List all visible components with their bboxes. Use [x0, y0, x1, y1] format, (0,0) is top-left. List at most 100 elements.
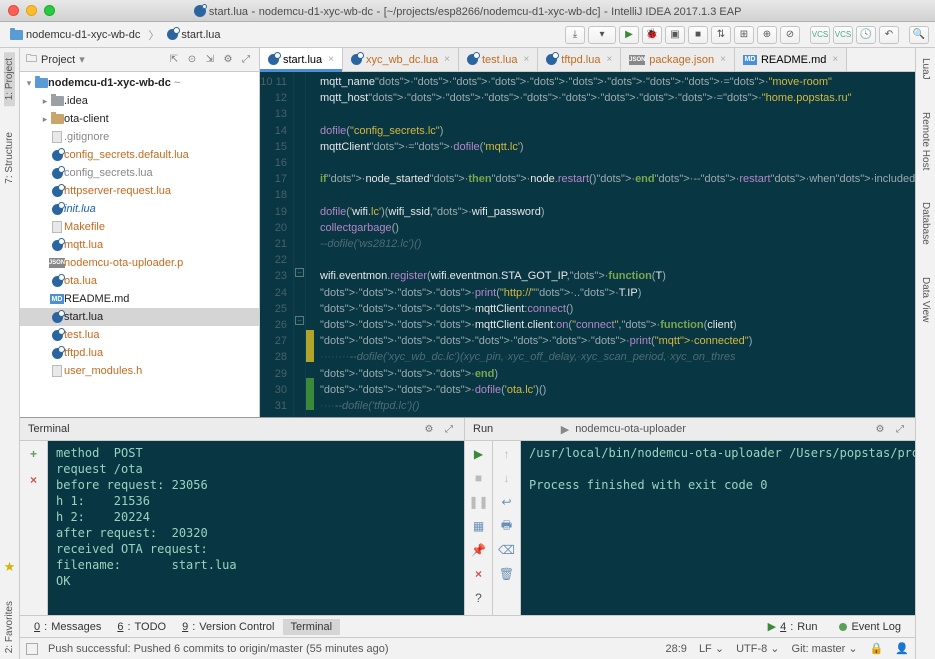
layout-button[interactable]: ▦: [470, 517, 488, 535]
make-button[interactable]: ⤓: [565, 26, 585, 44]
close-tab-icon[interactable]: ×: [444, 54, 450, 65]
cursor-position[interactable]: 28:9: [666, 643, 687, 655]
close-tab-icon[interactable]: ×: [606, 54, 612, 65]
hide-icon[interactable]: ⤢: [442, 422, 456, 436]
pin-button[interactable]: 📌: [470, 541, 488, 559]
tool-tab[interactable]: 9: Version Control: [174, 619, 282, 635]
terminal-output[interactable]: method POST request /ota before request:…: [48, 441, 464, 615]
gear-icon[interactable]: ⚙: [873, 422, 887, 436]
editor-tab[interactable]: tftpd.lua×: [538, 48, 621, 71]
run-output[interactable]: /usr/local/bin/nodemcu-ota-uploader /Use…: [521, 441, 915, 615]
fold-marker[interactable]: −: [295, 268, 304, 277]
dropdown-icon[interactable]: ▾: [79, 53, 85, 66]
tool-tab[interactable]: ▶ 4: Run: [760, 618, 826, 635]
tree-item[interactable]: user_modules.h: [20, 362, 259, 380]
tool-tab[interactable]: Event Log: [827, 618, 909, 635]
help-button[interactable]: ?: [470, 589, 488, 607]
vcs-history-button[interactable]: 🕓: [856, 26, 876, 44]
locate-icon[interactable]: ⊙: [185, 53, 199, 67]
coverage-button[interactable]: ▣: [665, 26, 685, 44]
rail-database[interactable]: Database: [920, 196, 931, 251]
rerun-button[interactable]: ▶: [470, 445, 488, 463]
maximize-window-button[interactable]: [44, 5, 55, 16]
rail-structure[interactable]: 7: Structure: [4, 126, 15, 190]
editor-tab[interactable]: MDREADME.md×: [735, 48, 847, 71]
status-indicator-icon[interactable]: [26, 643, 38, 655]
toolbar-button[interactable]: ⇅: [711, 26, 731, 44]
gear-icon[interactable]: ⚙: [221, 53, 235, 67]
tree-item[interactable]: tftpd.lua: [20, 344, 259, 362]
wrap-button[interactable]: ↩: [498, 493, 516, 511]
code-editor[interactable]: 10 11 12 13 14 15 16 17 18 19 20 21 22 2…: [260, 72, 915, 417]
toolbar-button[interactable]: ⊘: [780, 26, 800, 44]
tree-item[interactable]: httpserver-request.lua: [20, 182, 259, 200]
tree-item[interactable]: MDREADME.md: [20, 290, 259, 308]
collapse-icon[interactable]: ⇱: [167, 53, 181, 67]
editor-tab[interactable]: JSONpackage.json×: [621, 48, 735, 71]
tool-tab[interactable]: 0: Messages: [26, 619, 109, 635]
search-everywhere-button[interactable]: 🔍: [909, 26, 929, 44]
debug-button[interactable]: 🐞: [642, 26, 662, 44]
tree-item[interactable]: .gitignore: [20, 128, 259, 146]
up-button[interactable]: ↑: [498, 445, 516, 463]
tree-item[interactable]: Makefile: [20, 218, 259, 236]
toolbar-button[interactable]: ⊕: [757, 26, 777, 44]
line-separator[interactable]: LF: [699, 643, 712, 655]
tree-item[interactable]: config_secrets.default.lua: [20, 146, 259, 164]
run-config-selector[interactable]: ▾: [588, 26, 616, 44]
down-button[interactable]: ↓: [498, 469, 516, 487]
fold-marker[interactable]: −: [295, 316, 304, 325]
project-tree[interactable]: ▾ nodemcu-d1-xyc-wb-dc ~ ▸.idea▸ota-clie…: [20, 72, 259, 417]
rail-favorites[interactable]: 2: Favorites: [4, 595, 15, 659]
close-tab-icon[interactable]: ×: [523, 54, 529, 65]
editor-content[interactable]: mqtt_name"dots">·"dots">·"dots">·"dots">…: [314, 72, 915, 417]
close-tab-icon[interactable]: ×: [832, 54, 838, 65]
close-run-button[interactable]: ×: [470, 565, 488, 583]
lock-icon[interactable]: 🔒: [870, 642, 884, 655]
tree-item[interactable]: ota.lua: [20, 272, 259, 290]
gear-icon[interactable]: ⚙: [422, 422, 436, 436]
run-button[interactable]: ▶: [619, 26, 639, 44]
toolbar-button[interactable]: ⊞: [734, 26, 754, 44]
clear-button[interactable]: ⌫: [498, 541, 516, 559]
close-tab-icon[interactable]: ×: [328, 54, 334, 65]
vcs-revert-button[interactable]: ↶: [879, 26, 899, 44]
hide-icon[interactable]: ⤢: [893, 422, 907, 436]
tree-item[interactable]: ▸ota-client: [20, 110, 259, 128]
tree-item[interactable]: mqtt.lua: [20, 236, 259, 254]
close-terminal-button[interactable]: ×: [25, 471, 43, 489]
fold-column[interactable]: − −: [294, 72, 306, 417]
rail-data-view[interactable]: Data View: [920, 271, 931, 328]
rail-remote-host[interactable]: Remote Host: [920, 106, 931, 176]
editor-tab[interactable]: test.lua×: [459, 48, 538, 71]
stop-run-button[interactable]: ■: [470, 469, 488, 487]
vcs-commit-button[interactable]: VCS: [833, 26, 853, 44]
tree-item[interactable]: init.lua: [20, 200, 259, 218]
tool-tab[interactable]: 6: TODO: [109, 619, 174, 635]
vcs-update-button[interactable]: VCS: [810, 26, 830, 44]
add-terminal-button[interactable]: +: [25, 445, 43, 463]
editor-tab[interactable]: xyc_wb_dc.lua×: [343, 48, 459, 71]
stop-button[interactable]: ■: [688, 26, 708, 44]
breadcrumb-file[interactable]: start.lua: [163, 27, 224, 43]
minimize-window-button[interactable]: [26, 5, 37, 16]
hide-icon[interactable]: ⤢: [239, 53, 253, 67]
trash-button[interactable]: 🗑: [498, 565, 516, 583]
hector-icon[interactable]: 👤: [895, 642, 909, 655]
tree-item[interactable]: config_secrets.lua: [20, 164, 259, 182]
tree-item[interactable]: ▸.idea: [20, 92, 259, 110]
close-window-button[interactable]: [8, 5, 19, 16]
editor-gutter[interactable]: 10 11 12 13 14 15 16 17 18 19 20 21 22 2…: [260, 72, 294, 417]
editor-tab[interactable]: start.lua×: [260, 48, 343, 71]
git-branch[interactable]: Git: master: [792, 643, 846, 655]
tree-root[interactable]: ▾ nodemcu-d1-xyc-wb-dc ~: [20, 74, 259, 92]
rail-project[interactable]: 1: Project: [4, 52, 15, 106]
print-button[interactable]: 🖶: [498, 517, 516, 535]
close-tab-icon[interactable]: ×: [720, 54, 726, 65]
file-encoding[interactable]: UTF-8: [736, 643, 767, 655]
breadcrumb-project[interactable]: nodemcu-d1-xyc-wb-dc: [6, 27, 144, 43]
pause-button[interactable]: ❚❚: [470, 493, 488, 511]
tree-item[interactable]: JSONnodemcu-ota-uploader.p: [20, 254, 259, 272]
expand-icon[interactable]: ⇲: [203, 53, 217, 67]
tool-tab[interactable]: Terminal: [283, 619, 341, 635]
